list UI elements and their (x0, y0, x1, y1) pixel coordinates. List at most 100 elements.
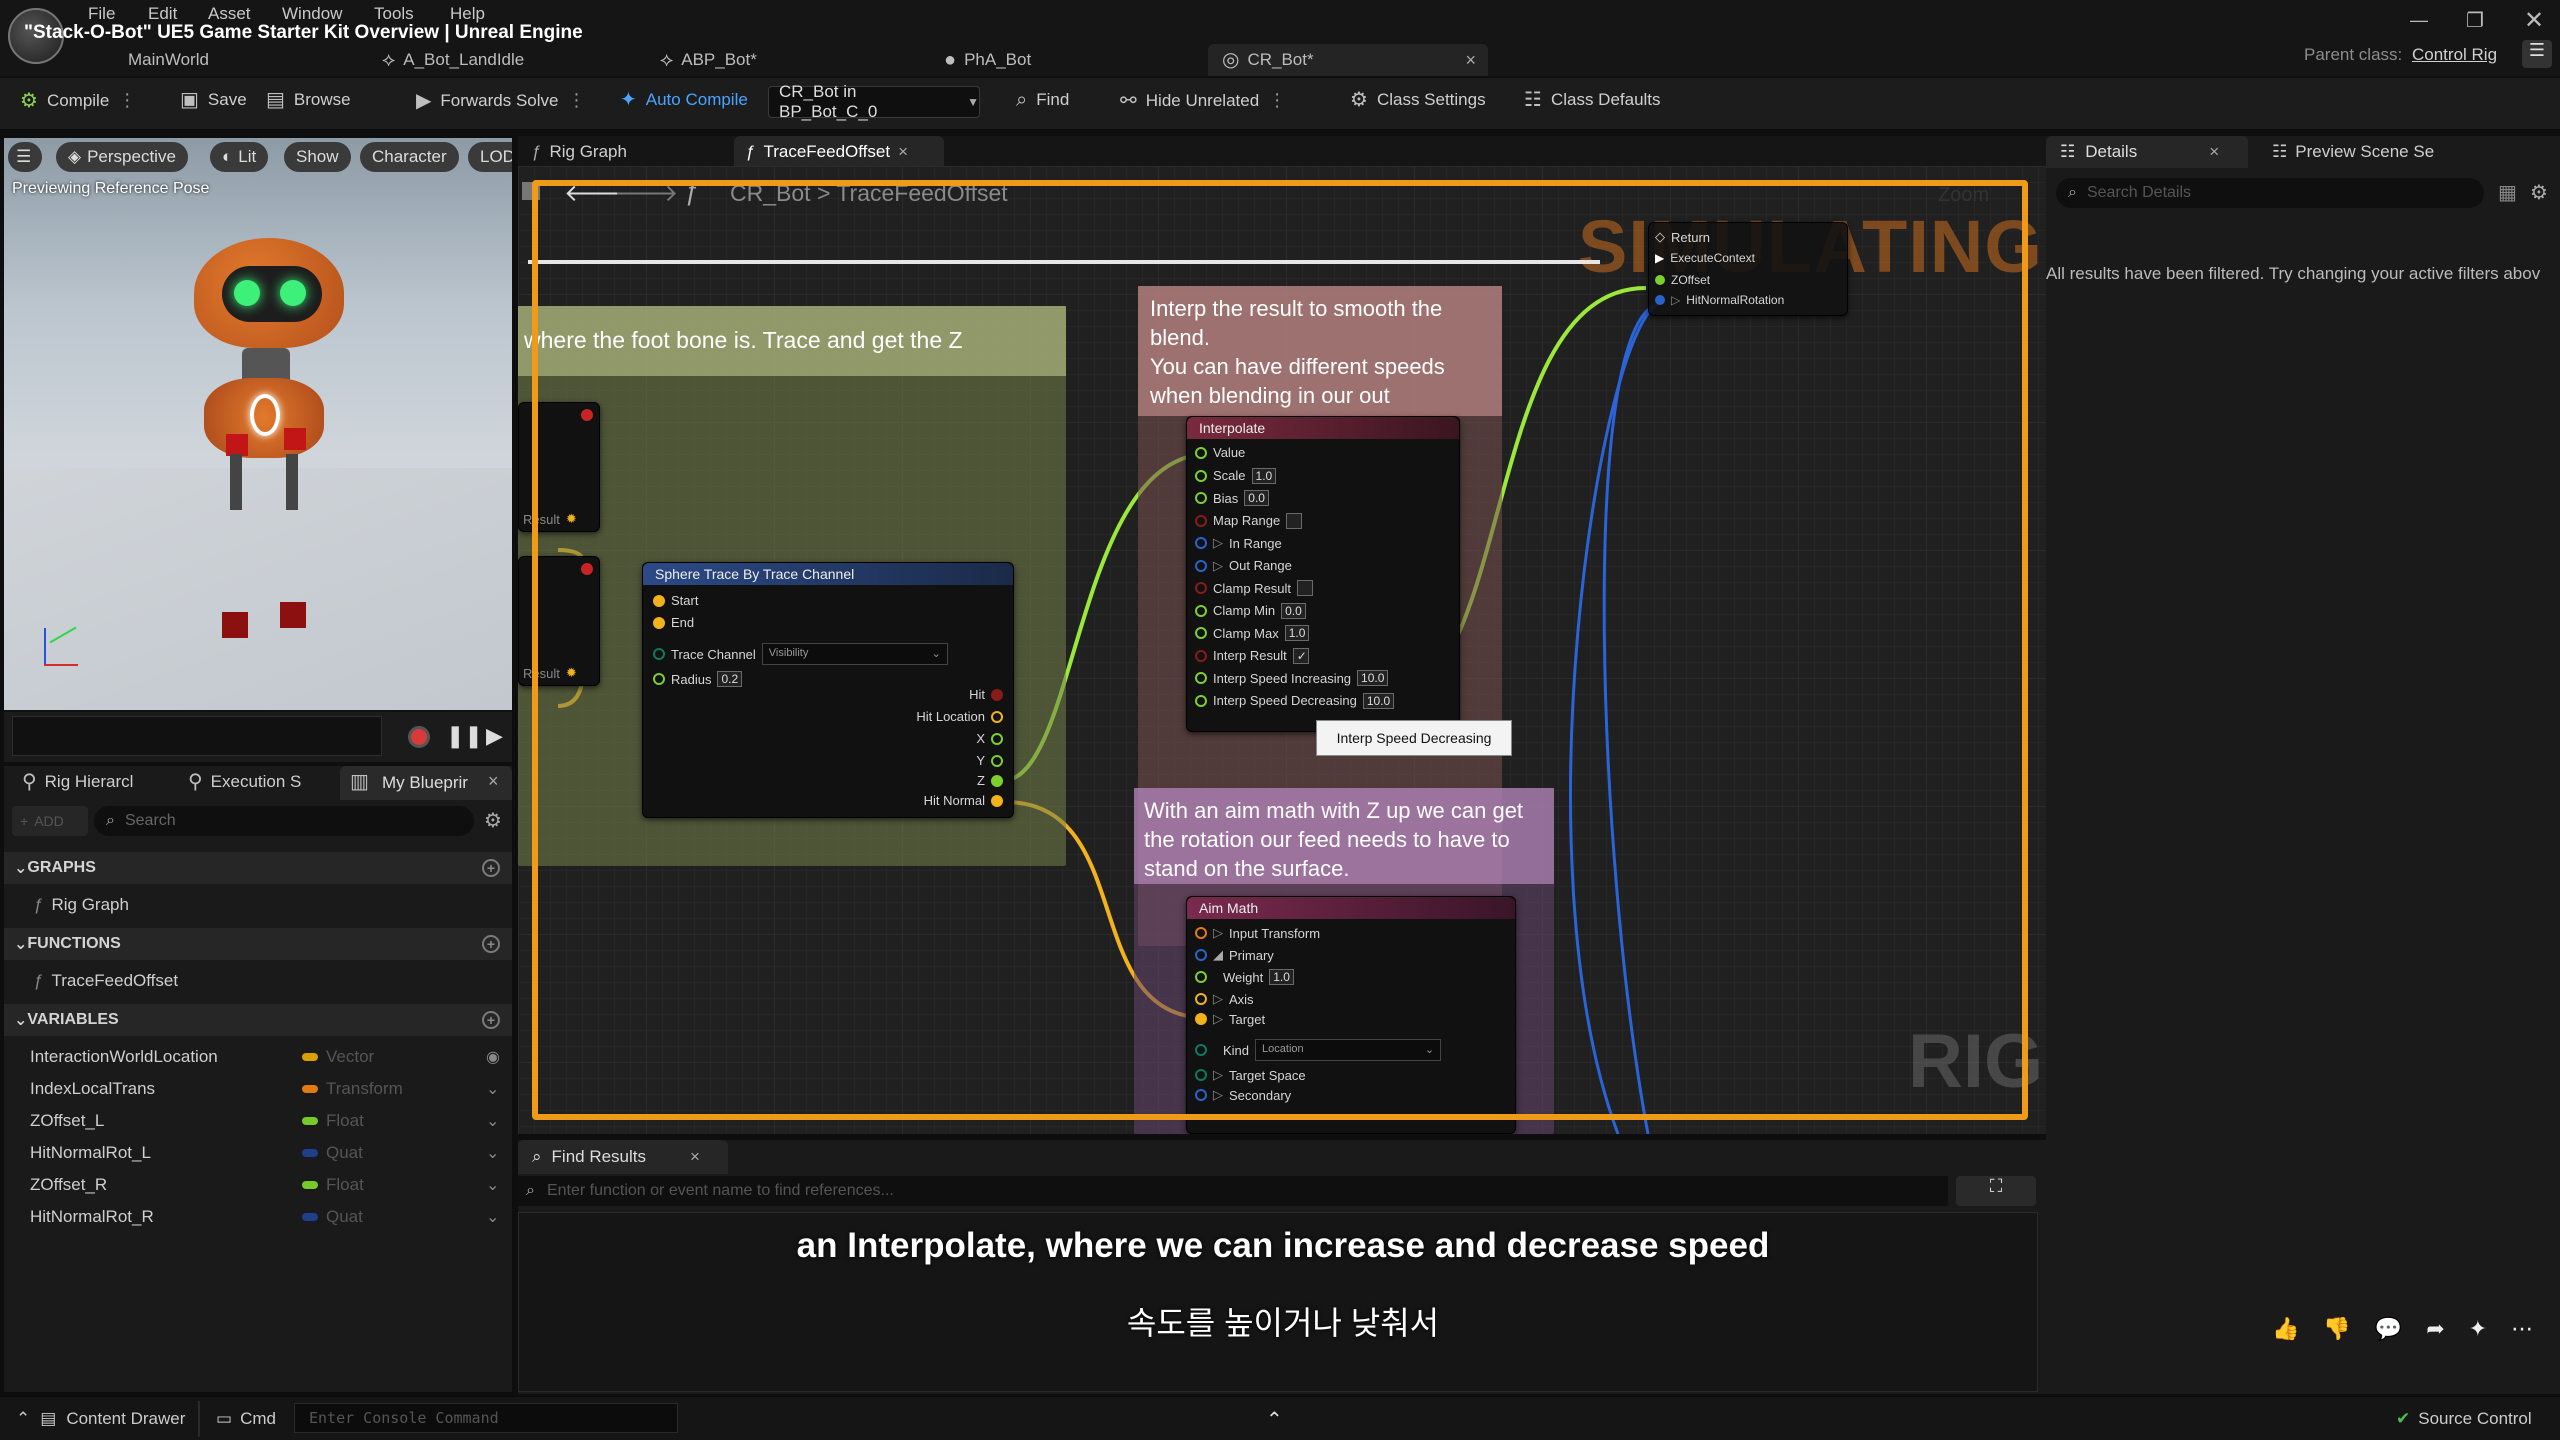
doc-tab-mainworld[interactable]: MainWorld (128, 44, 209, 76)
chevron-down-icon[interactable]: ⌄ (486, 1143, 499, 1163)
secondary-pin[interactable]: ▷ Secondary (1195, 1087, 1291, 1103)
more-icon[interactable]: ⋯ (2511, 1316, 2533, 1342)
tab-execution-stack[interactable]: ⚲ Execution S (188, 772, 301, 792)
settings-gear-icon[interactable]: ⚙ (484, 808, 502, 833)
debug-object-dropdown[interactable]: CR_Bot in BP_Bot_C_0 ▼ (768, 82, 980, 121)
interpolate-pin[interactable]: Interp Speed Decreasing 10.0 (1195, 692, 1395, 709)
variable-row[interactable]: IndexLocalTrans Transform ⌄ (30, 1074, 500, 1104)
close-window-icon[interactable]: ✕ (2524, 6, 2544, 35)
tab-find-results[interactable]: ⌕ Find Results × (518, 1140, 728, 1174)
variable-row[interactable]: InteractionWorldLocation Vector ◉ (30, 1042, 500, 1072)
binoculars-icon[interactable]: ⛶ (1956, 1176, 2036, 1206)
pin-value[interactable]: 10.0 (1357, 670, 1389, 686)
weight-pin[interactable]: Weight 1.0 (1195, 969, 1294, 985)
pin-value[interactable]: 1.0 (1284, 625, 1310, 641)
pin-value[interactable]: 0.0 (1244, 490, 1269, 506)
source-control-button[interactable]: ✔ Source Control (2396, 1409, 2532, 1429)
chevron-down-icon[interactable]: ⌄ (486, 1111, 499, 1131)
menu-tools[interactable]: Tools (374, 4, 414, 24)
interpolate-pin[interactable]: Clamp Min 0.0 (1195, 602, 1306, 619)
hide-unrelated-button[interactable]: ⚯ Hide Unrelated ⋮ (1120, 90, 1286, 111)
lit-button[interactable]: ◐ Lit (210, 142, 269, 172)
class-settings-button[interactable]: ⚙ Class Settings (1350, 90, 1486, 110)
end-pin[interactable]: End (653, 615, 694, 630)
function-item-tracefeedoffset[interactable]: ƒ TraceFeedOffset (34, 966, 504, 996)
pin-value[interactable]: 10.0 (1362, 692, 1395, 709)
content-drawer-button[interactable]: ⌃ ▤ Content Drawer (16, 1409, 185, 1429)
perspective-button[interactable]: ◈ Perspective (56, 142, 188, 172)
chevron-up-icon[interactable]: ⌃ (1266, 1407, 1283, 1432)
record-icon[interactable] (408, 726, 430, 748)
class-defaults-button[interactable]: ☷ Class Defaults (1524, 90, 1661, 110)
tab-rig-hierarchy[interactable]: ⚲ Rig Hierarcl (22, 772, 133, 792)
restore-icon[interactable]: ❐ (2466, 8, 2484, 33)
kind-pin[interactable]: Kind Location ⌄ (1195, 1039, 1442, 1061)
console-command-input[interactable]: Enter Console Command (294, 1403, 678, 1433)
close-tab-icon[interactable]: × (2209, 142, 2219, 162)
variable-type[interactable]: Float (302, 1175, 364, 1195)
step-forward-icon[interactable]: ▶ (486, 723, 503, 749)
forwards-solve-button[interactable]: ▶ Forwards Solve ⋮ (416, 90, 586, 111)
lod-button[interactable]: LOD (468, 142, 512, 172)
tab-details[interactable]: ☷ Details × (2046, 136, 2248, 168)
menu-edit[interactable]: Edit (148, 4, 177, 24)
forwards-solve-options-icon[interactable]: ⋮ (568, 90, 586, 111)
doc-tab-abp-bot[interactable]: ⟡ ABP_Bot* (660, 44, 757, 76)
y-pin[interactable]: Y (976, 753, 1003, 768)
interpolate-pin[interactable]: Map Range (1195, 512, 1303, 529)
find-search-input[interactable]: ⌕ Enter function or event name to find re… (518, 1176, 1948, 1206)
variables-section-header[interactable]: ⌄ VARIABLES + (4, 1004, 512, 1036)
tab-my-blueprint[interactable]: ▥ My Blueprir × (340, 766, 512, 800)
close-tab-icon[interactable]: × (898, 142, 908, 162)
chevron-down-icon[interactable]: ⌄ (486, 1079, 499, 1099)
interpolate-pin[interactable]: Value (1195, 445, 1245, 460)
z-pin[interactable]: Z (977, 773, 1003, 788)
browse-button[interactable]: ▤ Browse (266, 90, 351, 110)
aim-math-node[interactable]: Aim Math ▷ Input Transform ◢ Primary Weigh… (1186, 896, 1516, 1134)
sparkle-icon[interactable]: ✦ (2469, 1316, 2487, 1342)
chevron-down-icon[interactable]: ⌄ (486, 1175, 499, 1195)
pin-value[interactable]: 0.0 (1281, 602, 1306, 619)
eye-icon[interactable]: ◉ (486, 1047, 500, 1067)
compile-options-icon[interactable]: ⋮ (118, 90, 136, 111)
variable-row[interactable]: HitNormalRot_R Quat ⌄ (30, 1202, 500, 1232)
table-view-icon[interactable]: ▦ (2498, 180, 2517, 205)
result-pin[interactable]: Result ✹ (523, 665, 577, 681)
add-function-icon[interactable]: + (482, 935, 500, 953)
primary-pin[interactable]: ◢ Primary (1195, 947, 1274, 963)
interpolate-pin[interactable]: Scale 1.0 (1195, 467, 1277, 484)
interpolate-pin[interactable]: Clamp Max 1.0 (1195, 625, 1310, 641)
parent-class-browse-icon[interactable]: ☰ (2522, 40, 2552, 68)
find-button[interactable]: ⌕ Find (1016, 90, 1069, 110)
zoffset-pin[interactable]: ZOffset (1655, 273, 1710, 287)
trace-channel-pin[interactable]: Trace Channel Visibility ⌄ (653, 643, 948, 665)
start-pin[interactable]: Start (653, 593, 698, 608)
close-tab-icon[interactable]: × (488, 771, 499, 792)
interpolate-pin[interactable]: ▷ In Range (1195, 535, 1282, 551)
checkbox[interactable] (1297, 580, 1314, 596)
show-button[interactable]: Show (284, 142, 351, 172)
save-button[interactable]: ▣ Save (180, 90, 247, 110)
kind-dropdown[interactable]: Location ⌄ (1255, 1039, 1442, 1061)
doc-tab-pha-bot[interactable]: ● PhA_Bot (944, 44, 1031, 76)
viewport-menu-button[interactable]: ☰ (8, 142, 42, 172)
preview-viewport[interactable]: ☰ ◈ Perspective ◐ Lit Show Character LOD P… (4, 138, 512, 712)
hit-normal-pin[interactable]: Hit Normal (924, 793, 1003, 808)
parent-class-link[interactable]: Control Rig (2412, 45, 2497, 65)
partial-node[interactable]: Result ✹ (518, 556, 600, 686)
close-tab-icon[interactable]: × (1465, 50, 1476, 71)
settings-gear-icon[interactable]: ⚙ (2530, 180, 2548, 205)
radius-pin[interactable]: Radius 0.2 (653, 671, 743, 687)
variable-type[interactable]: Vector (302, 1047, 374, 1067)
input-transform-pin[interactable]: ▷ Input Transform (1195, 925, 1320, 941)
functions-section-header[interactable]: ⌄ FUNCTIONS + (4, 928, 512, 960)
interpolate-pin[interactable]: Bias 0.0 (1195, 490, 1269, 506)
auto-compile-toggle[interactable]: ✦ Auto Compile (620, 90, 748, 110)
pause-icon[interactable]: ❚❚ (446, 723, 483, 749)
interpolate-node[interactable]: Interpolate Value Scale 1.0 Bias 0.0 Map Rang… (1186, 416, 1460, 732)
hide-unrelated-options-icon[interactable]: ⋮ (1268, 90, 1286, 111)
graph-item-rig-graph[interactable]: ƒ Rig Graph (34, 890, 504, 920)
doc-tab-a-bot-landidle[interactable]: ⟡ A_Bot_LandIdle (382, 44, 524, 76)
add-button[interactable]: + ADD (12, 806, 88, 836)
sphere-trace-node[interactable]: Sphere Trace By Trace Channel Start End … (642, 562, 1014, 818)
